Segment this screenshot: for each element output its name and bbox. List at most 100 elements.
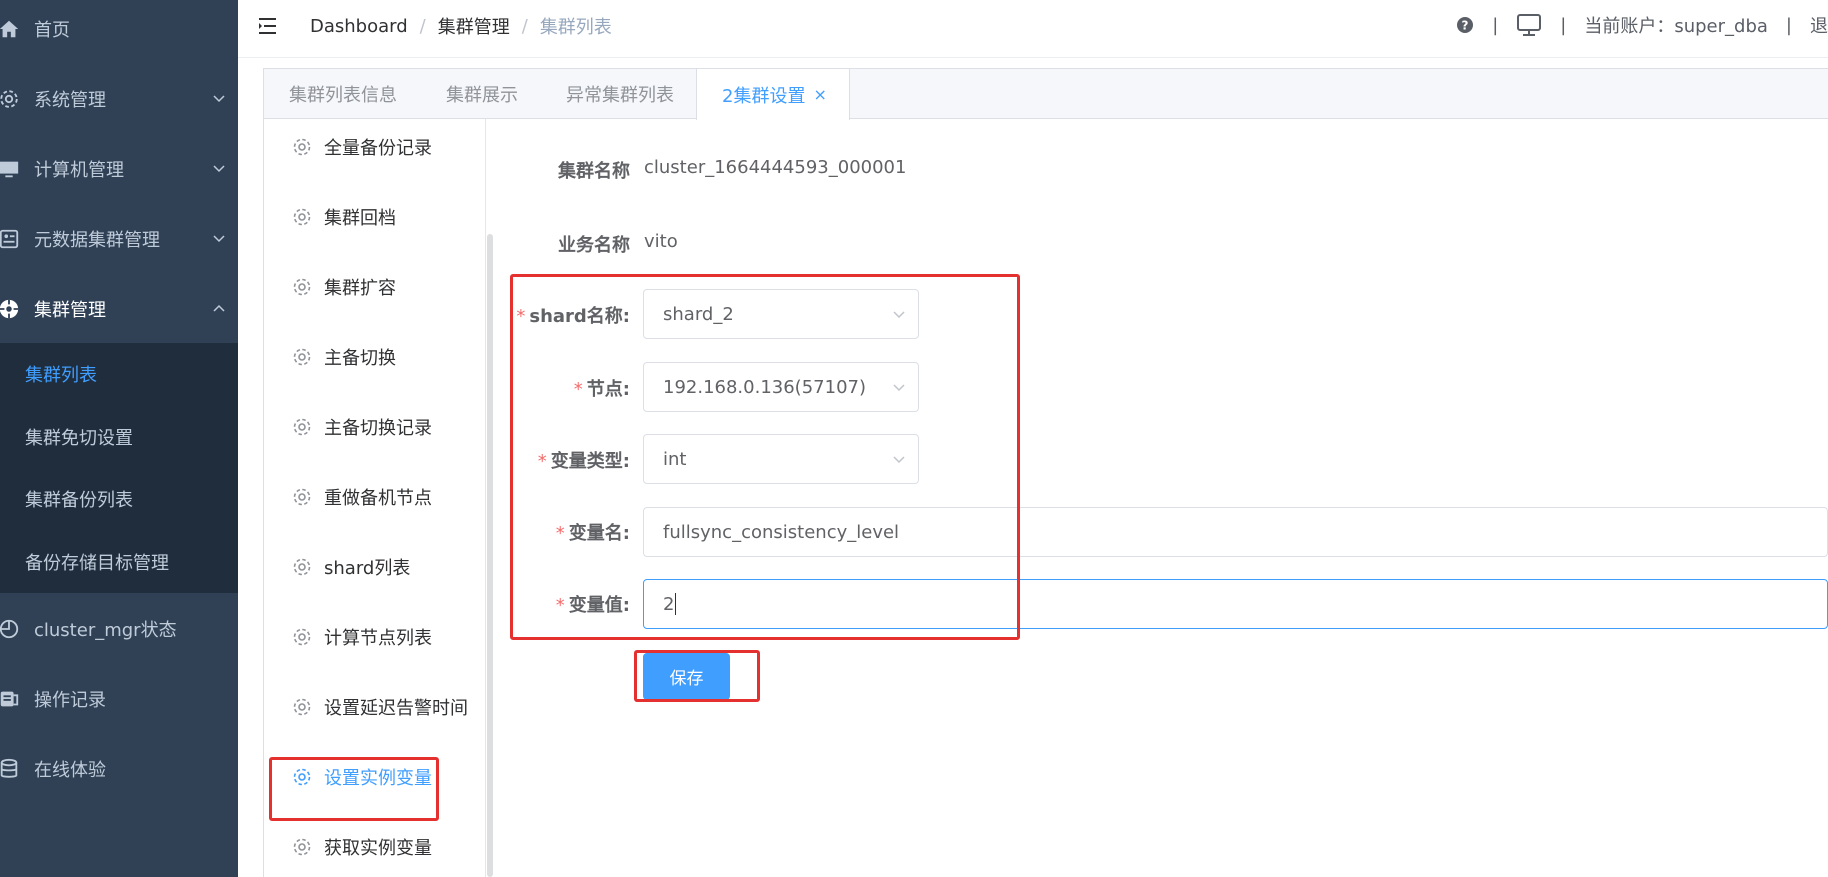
- breadcrumb-cluster-list: 集群列表: [539, 17, 612, 38]
- side-item-label: 集群扩容: [324, 278, 396, 299]
- required-mark: *: [555, 595, 565, 616]
- side-item-cluster-expansion[interactable]: 集群扩容: [264, 252, 486, 322]
- chevron-down-icon: [893, 384, 905, 392]
- gear-icon: [293, 558, 311, 576]
- navbar-right: ? | | 当前账户：super_dba | 退: [1456, 12, 1828, 38]
- close-icon[interactable]: ×: [813, 85, 826, 104]
- sidebar-item-label: cluster_mgr状态: [34, 620, 177, 641]
- side-item-cluster-rollback[interactable]: 集群回档: [264, 182, 486, 252]
- help-icon[interactable]: ?: [1456, 16, 1474, 34]
- required-mark: *: [516, 306, 526, 327]
- chevron-down-icon: [213, 165, 225, 173]
- var-value-label: * 变量值:: [510, 591, 630, 617]
- nav-divider: |: [1560, 14, 1567, 36]
- sidebar-item-computer[interactable]: 计算机管理: [0, 134, 238, 204]
- side-item-rebuild-standby[interactable]: 重做备机节点: [264, 462, 486, 532]
- sidebar-item-label: 操作记录: [34, 690, 106, 711]
- sidebar-item-label: 首页: [34, 20, 70, 41]
- save-button[interactable]: 保存: [643, 653, 730, 700]
- side-item-full-backup-records[interactable]: 全量备份记录: [264, 112, 486, 182]
- side-item-label: 获取实例变量: [324, 838, 432, 859]
- target-icon: [0, 618, 20, 640]
- var-type-select-value: int: [663, 448, 687, 470]
- breadcrumb: Dashboard / 集群管理 / 集群列表: [310, 13, 612, 39]
- side-item-label: shard列表: [324, 558, 411, 579]
- required-mark: *: [537, 451, 547, 472]
- var-name-input[interactable]: fullsync_consistency_level: [643, 507, 1828, 557]
- monitor-icon: [0, 158, 20, 180]
- submenu-item-cluster-list[interactable]: 集群列表: [0, 343, 238, 405]
- svg-text:?: ?: [1462, 19, 1469, 33]
- chevron-down-icon: [893, 311, 905, 319]
- gear-icon: [293, 418, 311, 436]
- gear-icon: [293, 278, 311, 296]
- side-item-label: 计算节点列表: [324, 628, 432, 649]
- side-item-shard-list[interactable]: shard列表: [264, 532, 486, 602]
- nav-divider: |: [1492, 14, 1499, 36]
- side-menu-scrollbar[interactable]: [487, 234, 493, 877]
- sidebar-item-system[interactable]: 系统管理: [0, 64, 238, 134]
- var-value-input[interactable]: 2: [643, 579, 1828, 629]
- chevron-down-icon: [213, 95, 225, 103]
- side-item-switchover-records[interactable]: 主备切换记录: [264, 392, 486, 462]
- sidebar-item-label: 系统管理: [34, 90, 106, 111]
- sidebar-item-label: 在线体验: [34, 760, 106, 781]
- sidebar-item-online-demo[interactable]: 在线体验: [0, 734, 238, 804]
- gear-icon: [293, 838, 311, 856]
- node-select[interactable]: 192.168.0.136(57107): [643, 362, 919, 412]
- required-mark: *: [573, 379, 583, 400]
- submenu-label: 集群免切设置: [25, 428, 133, 449]
- required-mark: *: [555, 523, 565, 544]
- side-item-get-instance-variable[interactable]: 获取实例变量: [264, 812, 486, 877]
- submenu-label: 集群列表: [25, 365, 97, 386]
- sidebar-item-label: 元数据集群管理: [34, 230, 160, 251]
- submenu-item-failover-settings[interactable]: 集群免切设置: [0, 406, 238, 468]
- node-label: * 节点:: [510, 375, 630, 401]
- cluster-name-label: 集群名称: [558, 161, 630, 182]
- sidebar-item-metadata[interactable]: 元数据集群管理: [0, 204, 238, 274]
- dashboard-icon: [0, 228, 20, 250]
- side-item-compute-node-list[interactable]: 计算节点列表: [264, 602, 486, 672]
- tab-abnormal-clusters[interactable]: 异常集群列表: [566, 69, 674, 119]
- tab-label: 集群展示: [446, 85, 518, 106]
- tabs-container: 集群列表信息 集群展示 异常集群列表 2集群设置 ×: [263, 68, 1828, 877]
- submenu-label: 备份存储目标管理: [25, 553, 169, 574]
- side-item-delay-alert-time[interactable]: 设置延迟告警时间: [264, 672, 486, 742]
- side-item-label: 主备切换: [324, 348, 396, 369]
- gear-icon: [293, 348, 311, 366]
- side-item-label: 重做备机节点: [324, 488, 432, 509]
- submenu-item-backup-storage[interactable]: 备份存储目标管理: [0, 531, 238, 593]
- chevron-down-icon: [213, 235, 225, 243]
- side-item-switchover[interactable]: 主备切换: [264, 322, 486, 392]
- side-item-set-instance-variable[interactable]: 设置实例变量: [264, 742, 486, 812]
- gear-icon: [293, 488, 311, 506]
- tabs-header: 集群列表信息 集群展示 异常集群列表 2集群设置 ×: [264, 69, 1828, 120]
- sidebar-item-home[interactable]: 首页: [0, 0, 238, 64]
- var-type-select[interactable]: int: [643, 434, 919, 484]
- side-item-label: 设置实例变量: [324, 768, 432, 789]
- breadcrumb-separator: /: [521, 15, 528, 37]
- sidebar-item-cluster[interactable]: 集群管理: [0, 274, 238, 344]
- chevron-up-icon: [213, 304, 225, 312]
- tab-cluster-settings[interactable]: 2集群设置 ×: [696, 69, 850, 120]
- gear-icon: [293, 138, 311, 156]
- business-name-label: 业务名称: [558, 235, 630, 256]
- submenu-item-backup-list[interactable]: 集群备份列表: [0, 468, 238, 530]
- var-name-input-value: fullsync_consistency_level: [663, 521, 900, 543]
- shard-select[interactable]: shard_2: [643, 289, 919, 339]
- sidebar-item-cluster-mgr[interactable]: cluster_mgr状态: [0, 594, 238, 664]
- side-item-label: 主备切换记录: [324, 418, 432, 439]
- gear-icon: [293, 698, 311, 716]
- nav-divider: |: [1785, 14, 1792, 36]
- var-type-label-text: 变量类型:: [550, 451, 630, 472]
- logout-link[interactable]: 退: [1810, 12, 1828, 38]
- sidebar-item-operation-log[interactable]: 操作记录: [0, 664, 238, 734]
- cluster-icon: [0, 298, 20, 320]
- monitor-icon[interactable]: [1516, 13, 1542, 37]
- breadcrumb-dashboard[interactable]: Dashboard: [310, 16, 408, 37]
- hamburger-icon[interactable]: [258, 15, 280, 37]
- gear-icon: [293, 628, 311, 646]
- side-item-label: 设置延迟告警时间: [324, 698, 468, 719]
- breadcrumb-cluster-management[interactable]: 集群管理: [438, 13, 510, 39]
- shard-name-label: * shard名称:: [510, 302, 630, 328]
